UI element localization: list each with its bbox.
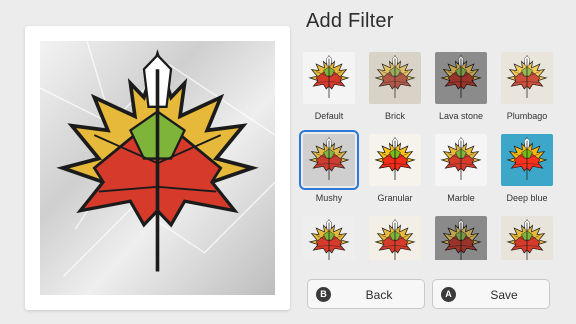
filter-item[interactable]: Deep blue [496, 128, 558, 210]
filter-grid-scroll[interactable]: Default Brick Lava stone Plumbago Mushy Granu… [298, 46, 558, 260]
back-button-label: Back [365, 288, 393, 302]
a-button-icon: A [441, 287, 456, 302]
filter-thumbnail [435, 52, 487, 104]
filter-item[interactable]: Mushy [298, 128, 360, 210]
filter-label: Mushy [315, 193, 343, 203]
filter-thumbnail [369, 52, 421, 104]
filter-thumbnail [303, 52, 355, 104]
filter-item[interactable]: Default [298, 46, 360, 128]
filter-item[interactable]: Granular [364, 128, 426, 210]
save-button[interactable]: A Save [432, 279, 550, 309]
filter-label: Marble [447, 193, 475, 203]
filter-item[interactable] [364, 210, 426, 260]
filter-label: Default [314, 111, 344, 121]
filter-item[interactable]: Brick [364, 46, 426, 128]
filter-thumbnail [501, 134, 553, 186]
filter-thumbnail [369, 134, 421, 186]
filter-label: Granular [377, 193, 413, 203]
filter-label: Deep blue [506, 193, 548, 203]
filter-label: Plumbago [506, 111, 548, 121]
filter-label: Brick [385, 111, 405, 121]
filter-label: Lava stone [438, 111, 484, 121]
filter-thumbnail [501, 52, 553, 104]
panel-title: Add Filter [306, 10, 394, 32]
filter-item[interactable] [496, 210, 558, 260]
filter-item[interactable]: Plumbago [496, 46, 558, 128]
filter-item[interactable]: Marble [430, 128, 492, 210]
save-button-label: Save [490, 288, 518, 302]
back-button[interactable]: B Back [307, 279, 425, 309]
preview-card [25, 26, 290, 310]
filter-thumbnail [435, 216, 487, 260]
filter-thumbnail [501, 216, 553, 260]
filter-thumbnail [299, 130, 359, 190]
b-button-icon: B [316, 287, 331, 302]
filter-item[interactable] [298, 210, 360, 260]
filter-grid: Default Brick Lava stone Plumbago Mushy Granu… [298, 46, 558, 260]
filter-item[interactable] [430, 210, 492, 260]
filter-item[interactable]: Lava stone [430, 46, 492, 128]
filter-thumbnail [369, 216, 421, 260]
filter-thumbnail [435, 134, 487, 186]
filter-thumbnail [303, 216, 355, 260]
preview-image [40, 41, 275, 295]
